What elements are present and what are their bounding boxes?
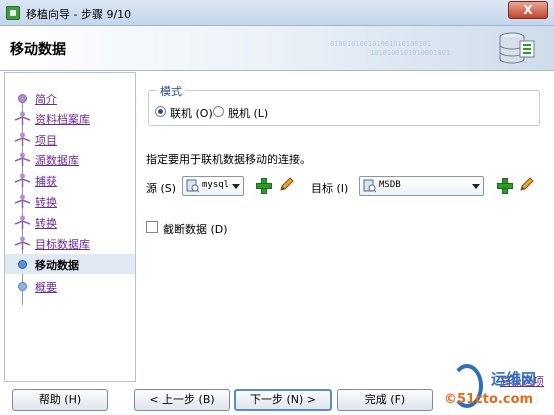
nav-item-move-data[interactable]: 移动数据 — [5, 254, 135, 274]
step-person-icon — [14, 194, 31, 208]
database-migration-icon — [499, 32, 535, 64]
nav-item-target-database[interactable]: 目标数据库 — [5, 233, 135, 253]
finish-button[interactable]: 完成 (F) — [337, 389, 433, 411]
current-step-icon — [18, 260, 27, 269]
nav-item-intro[interactable]: 简介 — [5, 88, 135, 108]
step-person-icon — [14, 111, 31, 125]
binary-decoration: 010010100101001010100101 101010010101000… — [330, 40, 451, 57]
source-select[interactable]: mysql — [182, 176, 244, 196]
add-target-connection-icon[interactable] — [497, 178, 513, 194]
nav-item-repository[interactable]: 资料档案库 — [5, 108, 135, 128]
nav-item-summary[interactable]: 概要 — [5, 276, 135, 296]
window-title: 移植向导 - 步骤 9/10 — [26, 8, 132, 21]
radio-selected-icon — [155, 106, 166, 117]
page-header: 移动数据 010010100101001010100101 1010100101… — [0, 26, 554, 71]
wizard-steps-nav: 简介 资料档案库 项目 源数据库 捕获 转换 转换 目标数据库 移动数据 概要 — [4, 72, 136, 382]
edit-source-connection-icon[interactable] — [279, 176, 295, 192]
connection-icon — [363, 179, 376, 193]
nav-item-convert-2[interactable]: 转换 — [5, 212, 135, 232]
nav-item-capture[interactable]: 捕获 — [5, 170, 135, 190]
app-icon — [6, 6, 20, 20]
close-button[interactable]: X — [508, 1, 548, 19]
source-label: 源 (S) — [146, 182, 177, 195]
page-title: 移动数据 — [10, 42, 66, 58]
step-person-icon — [14, 215, 31, 229]
nav-item-project[interactable]: 项目 — [5, 129, 135, 149]
nav-item-source-database[interactable]: 源数据库 — [5, 149, 135, 169]
connection-icon — [186, 179, 199, 193]
mode-legend: 模式 — [157, 83, 185, 99]
radio-unselected-icon — [213, 106, 224, 117]
edit-target-connection-icon[interactable] — [519, 176, 535, 192]
window-titlebar: 移植向导 - 步骤 9/10 X — [0, 0, 554, 26]
mode-group: 模式 联机 (O) 脱机 (L) — [148, 83, 540, 126]
chevron-down-icon — [232, 184, 240, 189]
back-button[interactable]: < 上一步 (B) — [134, 389, 230, 411]
instruction-text: 指定要用于联机数据移动的连接。 — [146, 153, 311, 166]
step-person-icon — [14, 173, 31, 187]
step-person-icon — [14, 152, 31, 166]
help-button[interactable]: 帮助 (H) — [12, 389, 108, 411]
step-dot-icon — [18, 282, 27, 291]
checkbox-box — [146, 221, 158, 233]
next-button[interactable]: 下一步 (N) > — [234, 389, 332, 411]
step-dot-icon — [18, 94, 27, 103]
chevron-down-icon — [472, 184, 480, 189]
nav-item-convert-1[interactable]: 转换 — [5, 191, 135, 211]
add-source-connection-icon[interactable] — [256, 178, 272, 194]
site-watermark: 运维网 ©51cto.com — [436, 362, 554, 415]
target-label: 目标 (I) — [311, 182, 349, 195]
step-person-icon — [14, 236, 31, 250]
step-person-icon — [14, 132, 31, 146]
target-select[interactable]: MSDB — [359, 176, 484, 196]
main-content: 模式 联机 (O) 脱机 (L) 指定要用于联机数据移动的连接。 源 (S) m… — [138, 72, 550, 388]
